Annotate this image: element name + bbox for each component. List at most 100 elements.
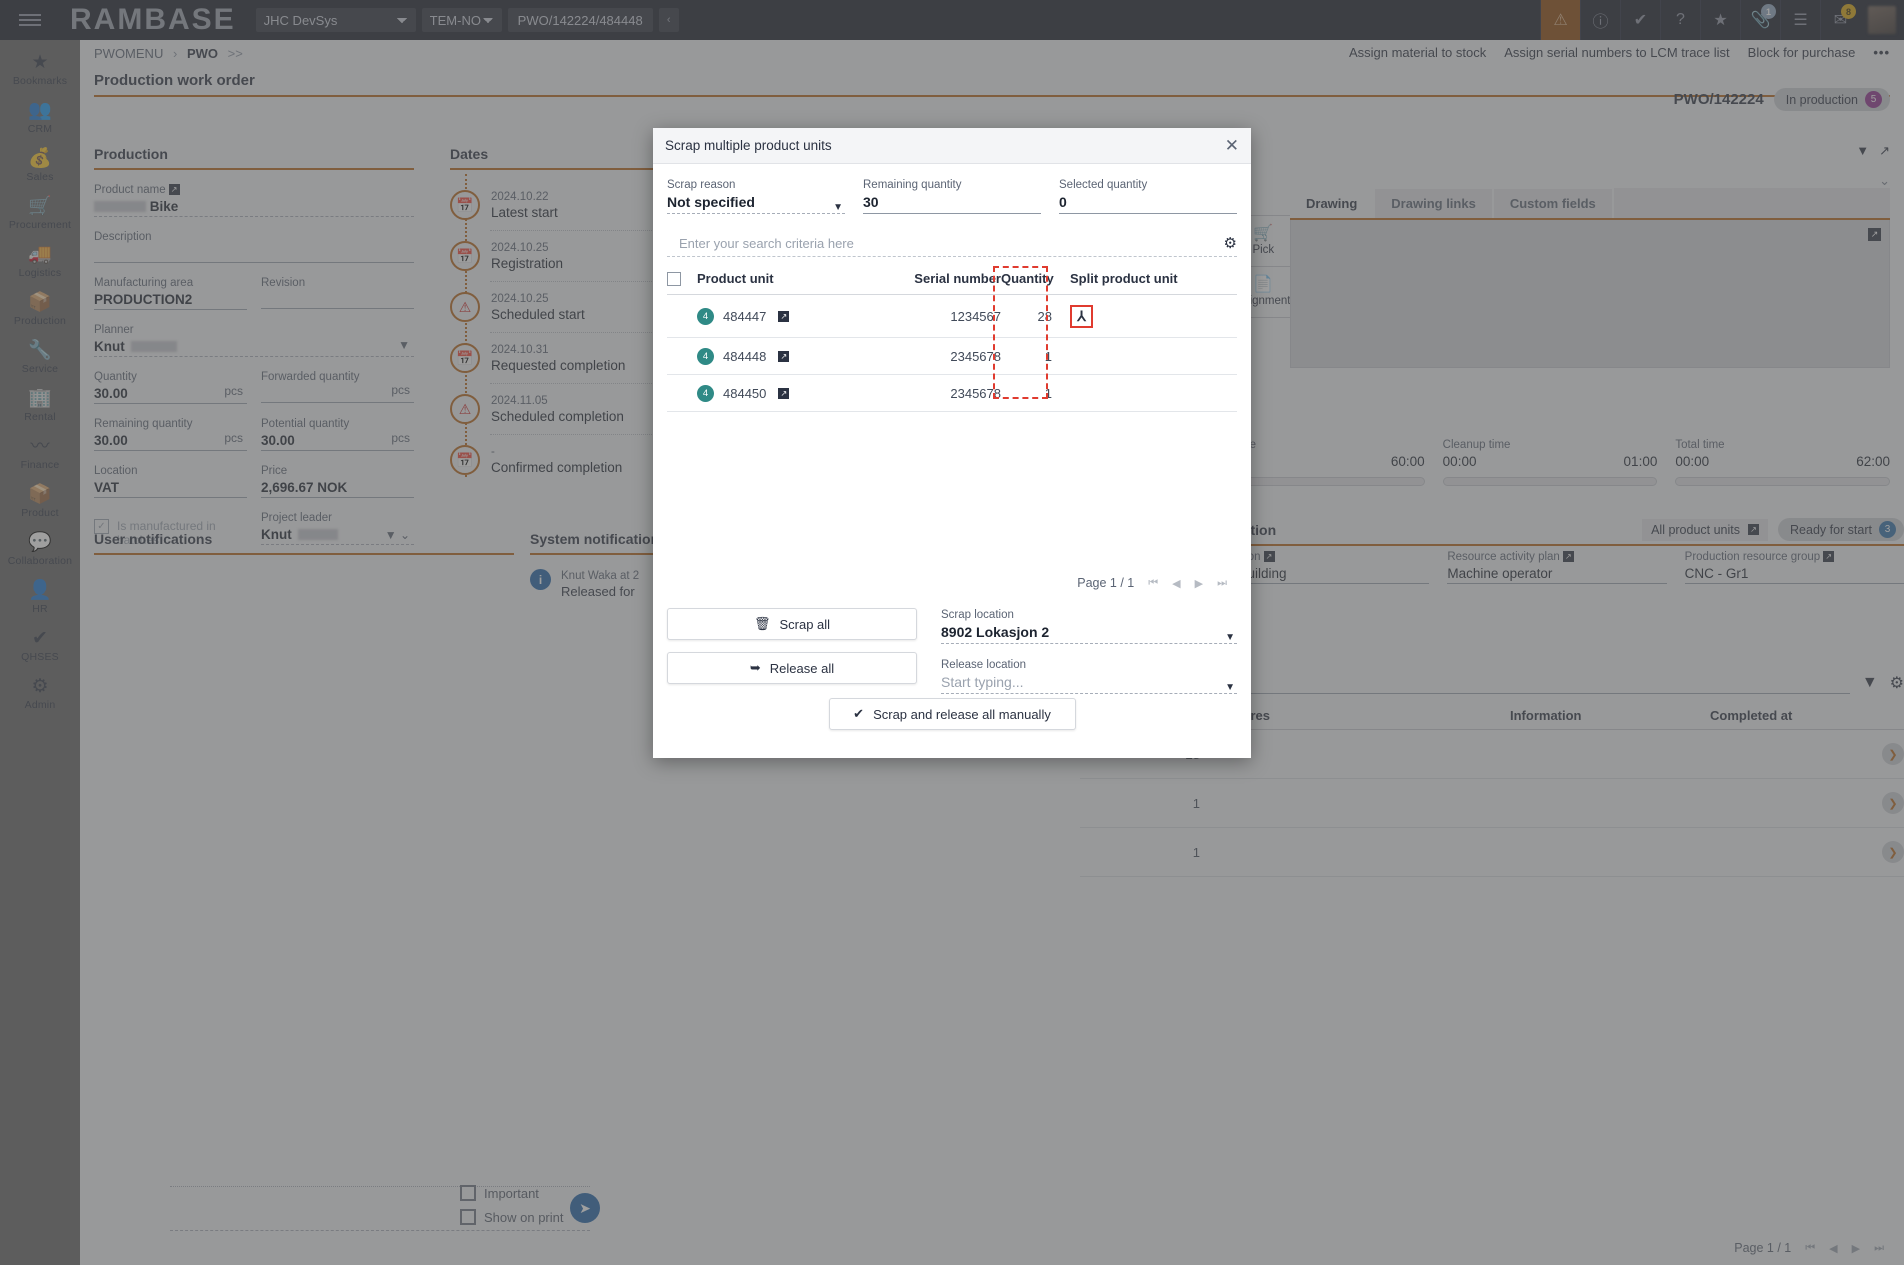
select-all-checkbox[interactable] (667, 272, 681, 286)
external-link-icon[interactable]: ↗ (778, 351, 789, 362)
sidebar-item-sales[interactable]: 💰 Sales (0, 142, 80, 190)
sidebar-item-service[interactable]: 🔧 Service (0, 334, 80, 382)
chevron-down-icon[interactable]: ▼ (1225, 677, 1235, 698)
field-potential-quantity[interactable]: Potential quantity 30.00 pcs (261, 417, 414, 451)
row-expand-icon[interactable]: ❯ (1882, 841, 1904, 863)
first-page-icon[interactable]: ⏮ (1805, 1242, 1815, 1255)
favorites-icon[interactable]: ★ (1700, 0, 1740, 40)
filter-icon[interactable]: ▼ (1862, 674, 1878, 692)
help-icon[interactable]: ? (1660, 0, 1700, 40)
split-product-unit-icon[interactable]: ⅄ (1070, 305, 1093, 328)
sidebar-item-rental[interactable]: 🏢 Rental (0, 382, 80, 430)
more-actions-icon[interactable]: ••• (1873, 45, 1890, 60)
field-planner[interactable]: Planner Knut ▼ (94, 323, 414, 357)
tab-drawing[interactable]: Drawing (1290, 189, 1373, 218)
sidebar-item-procurement[interactable]: 🛒 Procurement (0, 190, 80, 238)
table-row[interactable]: 4 484450 ↗ 2345678 1 (667, 375, 1237, 412)
avatar[interactable] (1860, 0, 1904, 40)
action-block-for-purchase[interactable]: Block for purchase (1748, 45, 1856, 60)
row-expand-icon[interactable]: ❯ (1882, 743, 1904, 765)
breadcrumb-root[interactable]: PWOMENU (94, 46, 163, 61)
send-icon[interactable]: ➤ (570, 1193, 600, 1223)
last-page-icon[interactable]: ⏭ (1217, 577, 1227, 590)
tab-custom-fields[interactable]: Custom fields (1494, 189, 1612, 218)
sidebar-item-crm[interactable]: 👥 CRM (0, 94, 80, 142)
search-input[interactable]: Enter your search criteria here (667, 236, 854, 251)
attachment-icon[interactable]: 📎 1 (1740, 0, 1780, 40)
action-assign-material-to-stock[interactable]: Assign material to stock (1349, 45, 1486, 60)
external-link-icon[interactable]: ↗ (1563, 551, 1574, 562)
context-id-field[interactable]: PWO/142224/484448 (508, 8, 653, 32)
field-price[interactable]: Price 2,696.67 NOK (261, 464, 414, 498)
tab-drawing-links[interactable]: Drawing links (1375, 189, 1492, 218)
ready-for-start-badge[interactable]: Ready for start 3 (1778, 518, 1904, 541)
checkbox-important[interactable]: Important (460, 1185, 564, 1201)
field-revision[interactable]: Revision (261, 276, 414, 310)
field-remaining-quantity[interactable]: Remaining quantity 30.00 pcs (94, 417, 247, 451)
close-icon[interactable]: ✕ (1225, 137, 1239, 154)
sidebar-item-admin[interactable]: ⚙ Admin (0, 670, 80, 718)
external-link-icon[interactable]: ↗ (1823, 551, 1834, 562)
approved-icon[interactable]: ✔ (1620, 0, 1660, 40)
sidebar-item-production[interactable]: 📦 Production (0, 286, 80, 334)
sidebar-item-finance[interactable]: 〰 Finance (0, 430, 80, 478)
field-release-location[interactable]: Release location Start typing... ▼ (941, 658, 1237, 694)
table-row[interactable]: 1 ❯ (1080, 779, 1904, 828)
company-select[interactable]: JHC DevSys (256, 8, 416, 32)
field-scrap-location[interactable]: Scrap location 8902 Lokasjon 2 ▼ (941, 608, 1237, 644)
warning-icon[interactable]: ⚠ (1540, 0, 1580, 40)
sidebar-item-bookmarks[interactable]: ★ Bookmarks (0, 46, 80, 94)
field-cleanup-time[interactable]: Cleanup time 00:0001:00 (1443, 438, 1658, 486)
chevron-down-icon[interactable]: ▼ (1225, 627, 1235, 648)
field-scrap-reason[interactable]: Scrap reason Not specified ▼ (667, 178, 845, 214)
filter-icon[interactable]: ▼ (1856, 143, 1869, 159)
field-product-name[interactable]: Product name↗ Bike (94, 183, 414, 217)
drawing-canvas[interactable]: ↗ (1290, 220, 1890, 368)
expand-icon[interactable]: ↗ (1868, 228, 1881, 241)
planner-dropdown-icon[interactable]: ▼ (398, 336, 410, 355)
prev-page-icon[interactable]: ◀ (1172, 577, 1180, 590)
field-quantity[interactable]: Quantity 30.00 pcs (94, 370, 247, 404)
table-row[interactable]: 1 ❯ (1080, 828, 1904, 877)
expand-more-icon[interactable]: ⌄ (1270, 173, 1890, 189)
field-selected-quantity[interactable]: Selected quantity 0 (1059, 178, 1237, 214)
sidebar-item-collaboration[interactable]: 💬 Collaboration (0, 526, 80, 574)
sidebar-item-product[interactable]: 📦 Product (0, 478, 80, 526)
field-description[interactable]: Description (94, 230, 414, 263)
external-link-icon[interactable]: ↗ (169, 184, 180, 195)
field-manufacturing-area[interactable]: Manufacturing area PRODUCTION2 (94, 276, 247, 310)
next-page-icon[interactable]: ▶ (1195, 577, 1203, 590)
region-select[interactable]: TEM-NO (422, 8, 502, 32)
alert-icon[interactable]: ⓘ (1580, 0, 1620, 40)
row-expand-icon[interactable]: ❯ (1882, 792, 1904, 814)
gear-icon[interactable]: ⚙ (1890, 673, 1904, 693)
chevron-down-icon[interactable]: ▼ (833, 197, 843, 218)
sidebar-item-hr[interactable]: 👤 HR (0, 574, 80, 622)
scrap-and-release-all-manually-button[interactable]: ✔ Scrap and release all manually (829, 698, 1076, 730)
note-input-line[interactable] (170, 1165, 590, 1187)
field-location[interactable]: Location VAT (94, 464, 247, 498)
release-location-input[interactable]: Start typing... (941, 674, 1023, 690)
scrap-all-button[interactable]: 🗑 Scrap all (667, 608, 917, 640)
external-link-icon[interactable]: ↗ (778, 311, 789, 322)
checkbox-show-on-print[interactable]: Show on print (460, 1209, 564, 1225)
table-row[interactable]: 4 484448 ↗ 2345678 1 (667, 338, 1237, 375)
next-page-icon[interactable]: ▶ (1852, 1242, 1860, 1255)
breadcrumb-current[interactable]: PWO (187, 46, 218, 61)
prev-page-icon[interactable]: ◀ (1829, 1242, 1837, 1255)
last-page-icon[interactable]: ⏭ (1874, 1242, 1884, 1255)
external-link-icon[interactable]: ↗ (778, 388, 789, 399)
field-production-resource-group[interactable]: Production resource group↗ CNC - Gr1 (1685, 550, 1904, 584)
expand-icon[interactable]: ↗ (1879, 143, 1890, 159)
hamburger-icon[interactable] (0, 0, 60, 40)
first-page-icon[interactable]: ⏮ (1148, 577, 1158, 590)
sidebar-item-logistics[interactable]: 🚚 Logistics (0, 238, 80, 286)
table-row[interactable]: 4 484447 ↗ 1234567 28 ⅄ (667, 295, 1237, 338)
field-remaining-quantity[interactable]: Remaining quantity 30 (863, 178, 1041, 214)
gear-icon[interactable]: ⚙ (1224, 234, 1237, 252)
mail-icon[interactable]: ✉ 8 (1820, 0, 1860, 40)
external-link-icon[interactable]: ↗ (1264, 551, 1275, 562)
field-forwarded-quantity[interactable]: Forwarded quantity pcs (261, 370, 414, 404)
list-icon[interactable]: ☰ (1780, 0, 1820, 40)
action-assign-serial-numbers[interactable]: Assign serial numbers to LCM trace list (1504, 45, 1729, 60)
